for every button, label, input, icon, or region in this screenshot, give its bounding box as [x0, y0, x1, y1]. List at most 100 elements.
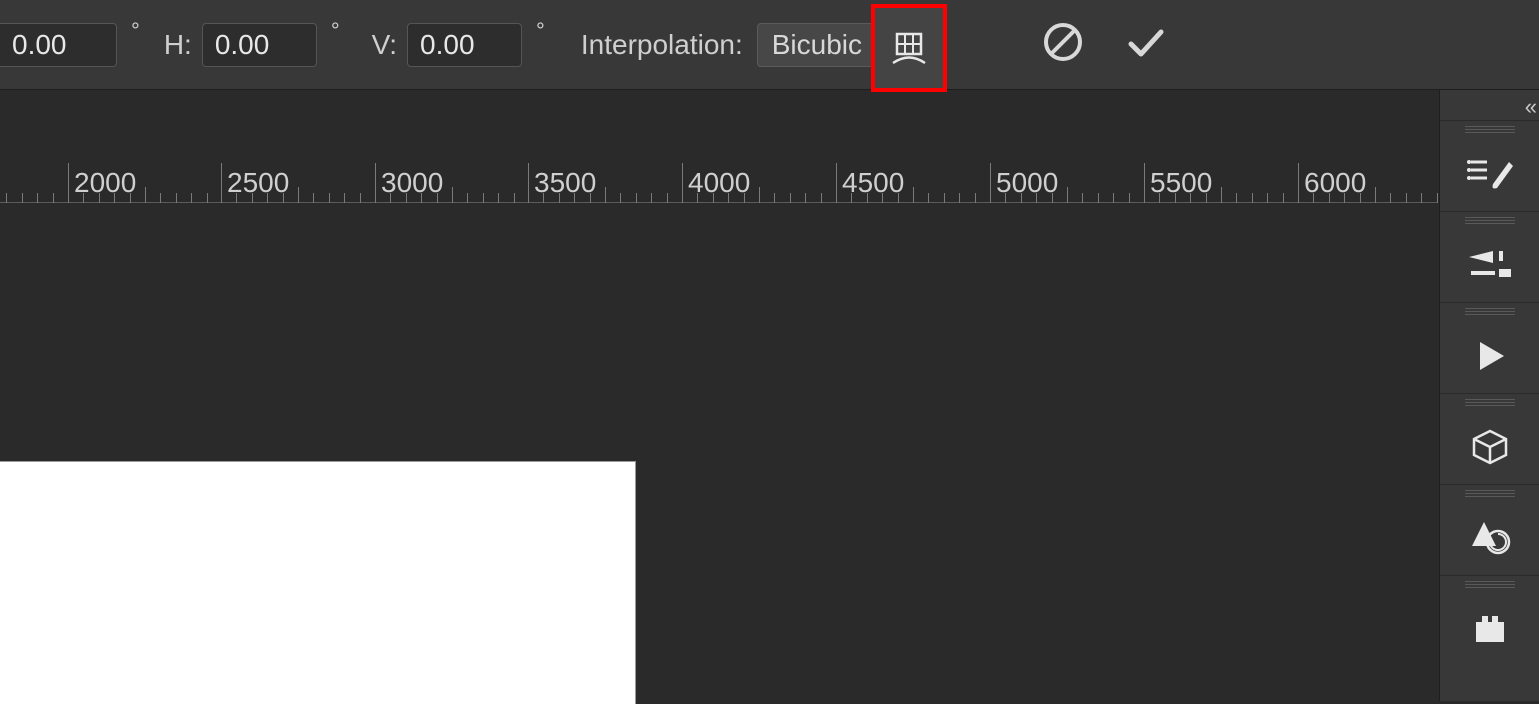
ruler-minor-tick: [590, 193, 591, 203]
panel-group: [1440, 211, 1539, 302]
interpolation-value: Bicubic: [772, 29, 862, 61]
ruler-minor-tick: [1375, 187, 1376, 203]
ruler-minor-tick: [22, 193, 23, 203]
ruler-minor-tick: [744, 193, 745, 203]
ruler-minor-tick: [543, 193, 544, 203]
ruler-minor-tick: [851, 193, 852, 203]
ruler-minor-tick: [99, 193, 100, 203]
warp-icon: [887, 26, 931, 70]
ruler-minor-tick: [605, 187, 606, 203]
brush-settings-panel-icon[interactable]: [1440, 228, 1539, 302]
shape-history-panel-icon[interactable]: [1440, 501, 1539, 575]
ruler-minor-tick: [483, 193, 484, 203]
ruler-minor-tick: [252, 193, 253, 203]
ruler-minor-tick: [1283, 193, 1284, 203]
cancel-icon: [1042, 21, 1084, 70]
v-skew-group: V: °: [354, 23, 551, 67]
h-skew-group: H: °: [146, 23, 346, 67]
ruler-minor-tick: [514, 193, 515, 203]
ruler-minor-tick: [774, 193, 775, 203]
panel-drag-handle[interactable]: [1465, 489, 1515, 497]
horizontal-ruler[interactable]: 200025003000350040004500500055006000: [0, 155, 1438, 203]
ruler-minor-tick: [975, 193, 976, 203]
interpolation-label: Interpolation:: [581, 29, 743, 61]
ruler-minor-tick: [1129, 193, 1130, 203]
ruler-minor-tick: [913, 187, 914, 203]
ruler-minor-tick: [620, 193, 621, 203]
ruler-minor-tick: [421, 193, 422, 203]
ruler-minor-tick: [697, 193, 698, 203]
panel-group: [1440, 575, 1539, 666]
panel-drag-handle[interactable]: [1465, 580, 1515, 588]
ruler-minor-tick: [1052, 193, 1053, 203]
v-skew-input[interactable]: [407, 23, 522, 67]
ruler-major-tick: [1144, 163, 1145, 203]
ruler-minor-tick: [236, 193, 237, 203]
ruler-minor-tick: [313, 193, 314, 203]
ruler-major-tick: [375, 163, 376, 203]
warp-mode-button[interactable]: [871, 4, 947, 92]
ruler-minor-tick: [1437, 193, 1438, 203]
brushes-panel-icon[interactable]: [1440, 137, 1539, 211]
ruler-minor-tick: [1206, 193, 1207, 203]
ruler-minor-tick: [667, 193, 668, 203]
h-label: H:: [164, 29, 192, 61]
plugin-panel-icon[interactable]: [1440, 592, 1539, 666]
ruler-minor-tick: [1005, 193, 1006, 203]
commit-transform-button[interactable]: [1110, 0, 1180, 90]
ruler-minor-tick: [6, 193, 7, 203]
v-label: V:: [372, 29, 397, 61]
3d-panel-icon[interactable]: [1440, 410, 1539, 484]
ruler-minor-tick: [1113, 193, 1114, 203]
ruler-major-tick: [1298, 163, 1299, 203]
ruler-minor-tick: [176, 193, 177, 203]
ruler-minor-tick: [559, 193, 560, 203]
canvas-area[interactable]: [0, 203, 1438, 701]
panel-group: [1440, 120, 1539, 211]
ruler-minor-tick: [898, 193, 899, 203]
actions-panel-icon[interactable]: [1440, 319, 1539, 393]
document-canvas[interactable]: [0, 461, 636, 704]
ruler-major-tick: [836, 163, 837, 203]
ruler-minor-tick: [959, 193, 960, 203]
panel-drag-handle[interactable]: [1465, 398, 1515, 406]
ruler-minor-tick: [790, 193, 791, 203]
panels-rail: «: [1439, 90, 1539, 701]
ruler-minor-tick: [498, 193, 499, 203]
ruler-minor-tick: [207, 193, 208, 203]
panel-drag-handle[interactable]: [1465, 307, 1515, 315]
ruler-minor-tick: [1021, 193, 1022, 203]
panel-drag-handle[interactable]: [1465, 125, 1515, 133]
ruler-minor-tick: [298, 187, 299, 203]
panel-group: [1440, 484, 1539, 575]
ruler-minor-tick: [344, 193, 345, 203]
ruler-minor-tick: [1344, 193, 1345, 203]
ruler-minor-tick: [406, 193, 407, 203]
ruler-minor-tick: [1067, 187, 1068, 203]
degree-symbol: °: [331, 18, 340, 44]
ruler-minor-tick: [1082, 193, 1083, 203]
panel-group: [1440, 302, 1539, 393]
ruler-minor-tick: [437, 193, 438, 203]
ruler-major-tick: [221, 163, 222, 203]
ruler-minor-tick: [37, 193, 38, 203]
ruler-minor-tick: [728, 193, 729, 203]
ruler-minor-tick: [1313, 193, 1314, 203]
ruler-minor-tick: [944, 193, 945, 203]
ruler-minor-tick: [1252, 193, 1253, 203]
cancel-transform-button[interactable]: [1028, 0, 1098, 90]
panel-drag-handle[interactable]: [1465, 216, 1515, 224]
ruler-minor-tick: [805, 193, 806, 203]
ruler-minor-tick: [1421, 193, 1422, 203]
collapse-panels-button[interactable]: «: [1525, 94, 1531, 120]
ruler-minor-tick: [759, 187, 760, 203]
ruler-minor-tick: [821, 193, 822, 203]
rotate-input[interactable]: [0, 23, 117, 67]
degree-symbol: °: [536, 18, 545, 44]
ruler-minor-tick: [360, 193, 361, 203]
h-skew-input[interactable]: [202, 23, 317, 67]
transform-options-bar: ° H: ° V: ° Interpolation: Bicubic: [0, 0, 1539, 90]
ruler-minor-tick: [1036, 193, 1037, 203]
checkmark-icon: [1123, 20, 1167, 71]
ruler-minor-tick: [390, 193, 391, 203]
